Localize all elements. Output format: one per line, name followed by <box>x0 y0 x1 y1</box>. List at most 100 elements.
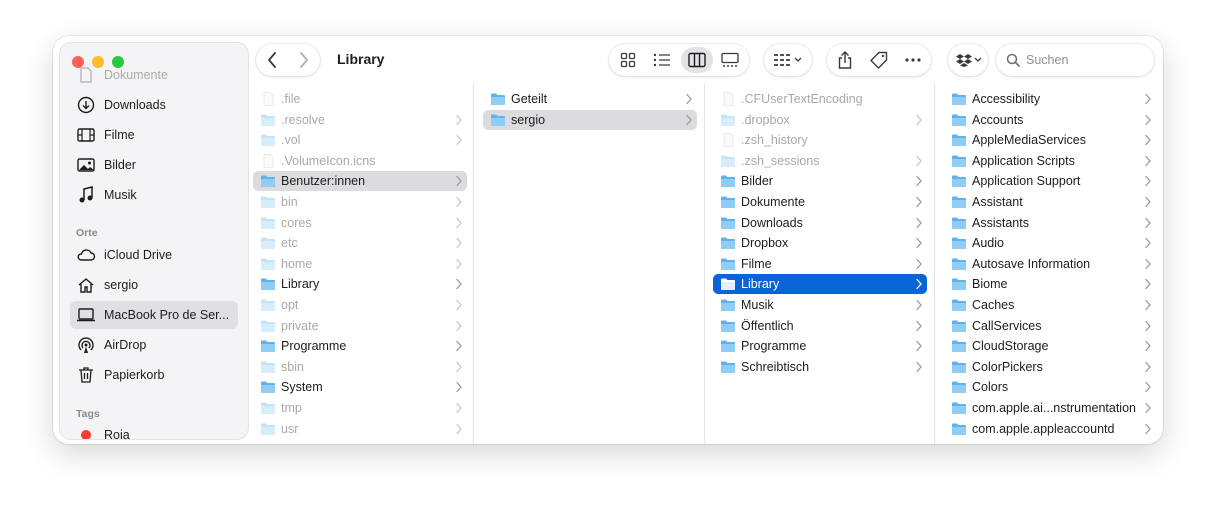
forward-button[interactable] <box>288 44 320 76</box>
tag-button[interactable] <box>863 44 895 76</box>
list-item[interactable]: .zsh_history <box>713 130 927 150</box>
list-item[interactable]: Assistant <box>944 192 1156 212</box>
list-item[interactable]: opt <box>253 295 467 315</box>
list-item[interactable]: Downloads <box>713 213 927 233</box>
list-item[interactable]: Biome <box>944 274 1156 294</box>
item-label: Musik <box>741 298 774 312</box>
column-divider[interactable] <box>934 84 935 444</box>
close-window-button[interactable] <box>72 56 84 68</box>
list-item[interactable]: CloudStorage <box>944 336 1156 356</box>
column-divider[interactable] <box>704 84 705 444</box>
list-item[interactable]: .dropbox <box>713 110 927 130</box>
list-item[interactable]: Assistants <box>944 213 1156 233</box>
list-item[interactable]: Dropbox <box>713 233 927 253</box>
sidebar-item-music[interactable]: Musik <box>70 181 238 209</box>
list-item[interactable]: CallServices <box>944 316 1156 336</box>
search-field[interactable]: Suchen <box>996 44 1154 76</box>
list-item[interactable]: tmp <box>253 398 467 418</box>
list-item[interactable]: com.apple.appleaccountd <box>944 419 1156 439</box>
sidebar-item-films[interactable]: Filme <box>70 121 238 149</box>
folder-icon <box>721 278 735 291</box>
more-button[interactable] <box>897 44 929 76</box>
list-item[interactable]: home <box>253 254 467 274</box>
list-item[interactable]: com.apple.ai...nstrumentation <box>944 398 1156 418</box>
list-item[interactable]: Application Scripts <box>944 151 1156 171</box>
sidebar-item-trash[interactable]: Papierkorb <box>70 361 238 389</box>
list-item[interactable]: .resolve <box>253 110 467 130</box>
back-button[interactable] <box>256 44 288 76</box>
sidebar-item-downloads[interactable]: Downloads <box>70 91 238 119</box>
list-item[interactable]: sergio <box>483 109 697 130</box>
list-item[interactable]: private <box>253 316 467 336</box>
list-item[interactable]: Accessibility <box>944 89 1156 109</box>
chevron-right-icon <box>1145 320 1151 331</box>
icon-view-button[interactable] <box>613 44 643 76</box>
navigation-group <box>256 44 320 76</box>
chevron-right-icon <box>916 279 922 290</box>
folder-icon <box>261 381 275 394</box>
item-label: .VolumeIcon.icns <box>281 153 376 168</box>
item-label: com.apple.ai...nstrumentation <box>972 401 1136 415</box>
sidebar-item-home[interactable]: sergio <box>70 271 238 299</box>
sidebar-item-airdrop[interactable]: AirDrop <box>70 331 238 359</box>
dropbox-button[interactable] <box>948 44 988 76</box>
list-item[interactable]: Application Support <box>944 171 1156 191</box>
sidebar-item-macbook[interactable]: MacBook Pro de Ser... <box>70 301 238 329</box>
group-by-button[interactable] <box>764 44 812 76</box>
list-item[interactable]: .file <box>253 89 467 109</box>
list-item[interactable]: etc <box>253 233 467 253</box>
list-item[interactable]: Caches <box>944 295 1156 315</box>
list-item[interactable]: Schreibtisch <box>713 357 927 377</box>
folder-icon <box>261 258 275 270</box>
list-item[interactable]: .CFUserTextEncoding <box>713 89 927 109</box>
item-label: .CFUserTextEncoding <box>741 92 863 106</box>
share-button[interactable] <box>829 44 861 76</box>
list-item[interactable]: Colors <box>944 377 1156 397</box>
list-item[interactable]: bin <box>253 192 467 212</box>
list-item[interactable]: .zsh_sessions <box>713 151 927 171</box>
list-item[interactable]: .vol <box>253 130 467 150</box>
column-home: .CFUserTextEncoding .dropbox .zsh_history.… <box>713 88 927 444</box>
file-icon <box>263 153 274 168</box>
list-item[interactable]: Öffentlich <box>713 316 927 336</box>
dropbox-icon <box>952 44 984 76</box>
minimize-window-button[interactable] <box>92 56 104 68</box>
item-label: .zsh_sessions <box>741 153 820 168</box>
folder-icon <box>721 114 735 126</box>
sidebar-item-tag-roja[interactable]: Roja <box>70 421 238 439</box>
sidebar-item-pictures[interactable]: Bilder <box>70 151 238 179</box>
chevron-right-icon <box>916 299 922 311</box>
red-tag-icon <box>81 430 91 439</box>
sidebar-item-icloud-drive[interactable]: iCloud Drive <box>70 241 238 269</box>
list-item[interactable]: Musik <box>713 295 927 315</box>
list-item[interactable]: Filme <box>713 254 927 274</box>
list-item[interactable]: Geteilt <box>483 89 697 109</box>
sidebar-item-label: iCloud Drive <box>104 248 173 262</box>
group-icon <box>774 54 802 66</box>
list-item[interactable]: Accounts <box>944 110 1156 130</box>
chevron-right-icon <box>1145 299 1151 311</box>
list-item[interactable]: cores <box>253 213 467 233</box>
list-item[interactable]: sbin <box>253 357 467 377</box>
list-item[interactable]: Library <box>713 274 927 295</box>
column-view-button[interactable] <box>681 47 713 73</box>
list-item[interactable]: Programme <box>713 336 927 356</box>
list-item[interactable]: Audio <box>944 233 1156 253</box>
list-item[interactable]: Programme <box>253 336 467 356</box>
list-item[interactable]: Autosave Information <box>944 254 1156 274</box>
list-item[interactable]: Dokumente <box>713 192 927 212</box>
column-divider[interactable] <box>473 84 474 444</box>
list-item[interactable]: Benutzer:innen <box>253 171 467 192</box>
list-item[interactable]: ColorPickers <box>944 357 1156 377</box>
list-item[interactable]: Bilder <box>713 171 927 191</box>
zoom-window-button[interactable] <box>112 56 124 68</box>
chevron-right-icon <box>456 238 462 249</box>
list-item[interactable]: .VolumeIcon.icns <box>253 151 467 171</box>
file-icon <box>263 92 274 106</box>
gallery-view-button[interactable] <box>715 44 745 76</box>
list-item[interactable]: usr <box>253 419 467 439</box>
list-item[interactable]: System <box>253 377 467 397</box>
list-item[interactable]: Library <box>253 274 467 294</box>
list-view-button[interactable] <box>647 44 677 76</box>
list-item[interactable]: AppleMediaServices <box>944 130 1156 150</box>
